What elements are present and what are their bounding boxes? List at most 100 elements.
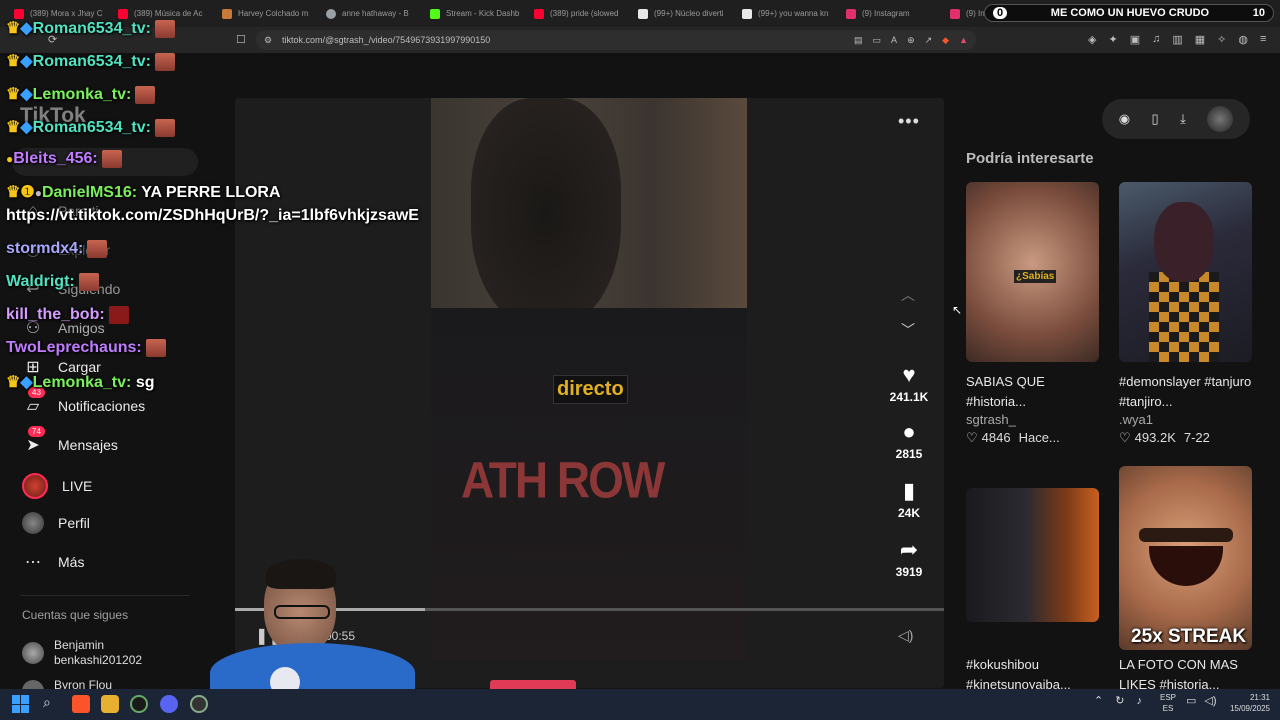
device-icon[interactable]: ▯ — [1152, 111, 1159, 127]
webcam-hair — [266, 559, 336, 589]
microphone-icon[interactable]: ♪ — [1136, 695, 1142, 707]
avatar[interactable] — [1207, 106, 1234, 132]
brave-icon[interactable] — [72, 695, 90, 713]
crown-icon: ♛ — [6, 119, 21, 136]
translate-icon[interactable]: A — [891, 30, 897, 50]
recommended-card-thumbnail[interactable]: ¿Sabías — [966, 182, 1099, 362]
browser-tab[interactable]: (389) pride (slowed — [526, 0, 630, 27]
emote-icon — [135, 85, 156, 104]
chevron-down-icon[interactable]: ﹀ — [901, 320, 915, 340]
puzzle-icon[interactable]: ✦ — [1108, 33, 1117, 46]
sidebar-item-live[interactable]: LIVE — [22, 473, 92, 499]
system-tray: ⌃ ↻ ♪ — [1094, 694, 1142, 708]
cast-icon[interactable]: ▭ — [873, 30, 882, 50]
like-button[interactable]: ♥ 241.1K — [888, 362, 930, 404]
download-icon[interactable]: ⤓ — [1180, 111, 1186, 127]
chevron-up-icon[interactable]: ⌃ — [1094, 694, 1103, 707]
sidebar-item-mas[interactable]: ⋯ Más — [22, 551, 84, 573]
obs-icon[interactable] — [130, 695, 148, 713]
recommended-card-thumbnail[interactable]: 25x STREAK — [1119, 466, 1252, 650]
chat-message: ♛◆Lemonka_tv: sg — [6, 374, 155, 391]
recommended-card-title[interactable]: SABIAS QUE #historia... — [966, 372, 1099, 412]
search-icon[interactable]: ⌕ — [43, 694, 51, 711]
badge-icon: ❶ — [20, 184, 35, 201]
volume-icon[interactable]: ◁) — [1204, 694, 1216, 707]
music-icon[interactable]: ♫ — [1152, 33, 1160, 46]
following-account[interactable]: Benjamin benkashi201202 — [22, 638, 142, 668]
badge-icon: ◆ — [20, 20, 33, 37]
taskbar-clock[interactable]: 21:31 15/09/2025 — [1224, 692, 1270, 714]
stream-bar-left-counter: 0 — [993, 7, 1008, 19]
leo-ai-icon[interactable]: ✧ — [1217, 33, 1226, 46]
youtube-icon — [534, 8, 544, 19]
chat-message: ●Bleits_456: — [6, 150, 122, 168]
system-tray-icons: ▭ ◁) — [1186, 694, 1217, 707]
browser-tab[interactable]: (99+) you wanna kn — [734, 0, 838, 27]
chat-message-link[interactable]: https://vt.tiktok.com/ZSDhHqUrB/?_ia=1lb… — [6, 207, 419, 225]
display-icon[interactable]: ▭ — [1186, 694, 1196, 707]
comment-button[interactable]: ● 2815 — [888, 419, 930, 461]
url-text: tiktok.com/@sgtrash_/video/7549673931997… — [282, 35, 491, 45]
sidebar-item-mensajes[interactable]: ➤ 74 Mensajes — [22, 426, 118, 456]
sync-icon[interactable]: ↻ — [1115, 694, 1124, 707]
youtube-icon — [118, 8, 128, 19]
discord-icon[interactable] — [160, 695, 178, 713]
address-bar[interactable]: ⚙ tiktok.com/@sgtrash_/video/75496739319… — [256, 30, 976, 50]
upload-banner[interactable] — [490, 680, 576, 689]
emote-icon — [145, 339, 166, 357]
file-explorer-icon[interactable] — [101, 695, 119, 713]
browser-tab[interactable]: Harvey Colchado m — [214, 0, 318, 27]
sidebar-item-perfil[interactable]: Perfil — [22, 512, 90, 534]
playstation-logo-icon — [270, 667, 300, 689]
checkered-pattern — [1149, 272, 1219, 362]
chevron-up-icon[interactable]: ︿ — [901, 285, 915, 305]
zoom-icon[interactable]: ⊕ — [907, 30, 915, 50]
following-header: Cuentas que sigues — [22, 608, 129, 622]
wallet-icon[interactable]: ▦ — [1195, 33, 1205, 46]
menu-icon[interactable]: ≡ — [1260, 33, 1266, 46]
video-player[interactable]: ATH ROW directo — [431, 98, 747, 659]
bookmark-icon[interactable]: ☐ — [236, 33, 246, 46]
chat-message: ♛◆Roman6534_tv: — [6, 18, 175, 38]
browser-tab[interactable]: (9) Instagram — [838, 0, 942, 27]
vpn-icon[interactable]: ◍ — [1238, 33, 1248, 46]
screenshot-icon[interactable]: ▣ — [1130, 33, 1140, 46]
heart-outline-icon: ♡ — [966, 430, 978, 445]
brave-shields-icon[interactable]: ◆ — [942, 30, 949, 50]
windows-start-icon[interactable] — [12, 695, 30, 713]
site-info-icon[interactable]: ⚙ — [264, 30, 272, 50]
save-button[interactable]: ▮ 24K — [888, 478, 930, 520]
coin-icon[interactable]: ◉ — [1119, 111, 1130, 127]
sidebar-item-notificaciones[interactable]: ▱ 43 Notificaciones — [22, 387, 145, 417]
webcam-glasses — [274, 605, 330, 619]
sub-badge-icon: ● — [34, 186, 42, 200]
share-icon[interactable]: ↗ — [925, 30, 933, 50]
more-options-icon[interactable]: ••• — [898, 111, 920, 132]
recommended-card-author[interactable]: sgtrash_ — [966, 412, 1016, 427]
instagram-icon — [950, 8, 960, 19]
browser-tab[interactable]: (99+) Núcleo diverti — [630, 0, 734, 27]
emote-icon — [154, 52, 175, 71]
youtube-icon — [14, 8, 24, 19]
volume-icon[interactable]: ◁) — [898, 627, 913, 644]
language-indicator[interactable]: ESP ES — [1160, 692, 1176, 714]
video-subject-head — [471, 98, 621, 328]
recommended-card-thumbnail[interactable] — [966, 488, 1099, 622]
emote-icon — [101, 150, 122, 168]
share-arrow-icon: ➦ — [899, 537, 919, 562]
badge-icon: ◆ — [20, 119, 33, 136]
share-button[interactable]: ➦ 3919 — [888, 537, 930, 579]
recommended-card-author[interactable]: .wya1 — [1119, 412, 1153, 427]
extension-icon[interactable]: ◈ — [1088, 33, 1096, 46]
browser-tab[interactable]: anne hathaway - B — [318, 0, 422, 27]
brave-rewards-icon[interactable]: ▲ — [959, 30, 968, 50]
messages-badge: 74 — [28, 426, 45, 437]
recommended-card-thumbnail[interactable] — [1119, 182, 1252, 362]
reader-mode-icon[interactable]: ▤ — [854, 30, 863, 50]
chat-message: ♛◆Roman6534_tv: — [6, 117, 175, 137]
sidebar-toggle-icon[interactable]: ▥ — [1172, 33, 1182, 46]
recommended-card-title[interactable]: #demonslayer #tanjuro #tanjiro... — [1119, 372, 1252, 412]
browser-tab[interactable]: Stream - Kick Dashb — [422, 0, 526, 27]
app-icon[interactable] — [190, 695, 208, 713]
badge-icon: ◆ — [20, 374, 33, 391]
